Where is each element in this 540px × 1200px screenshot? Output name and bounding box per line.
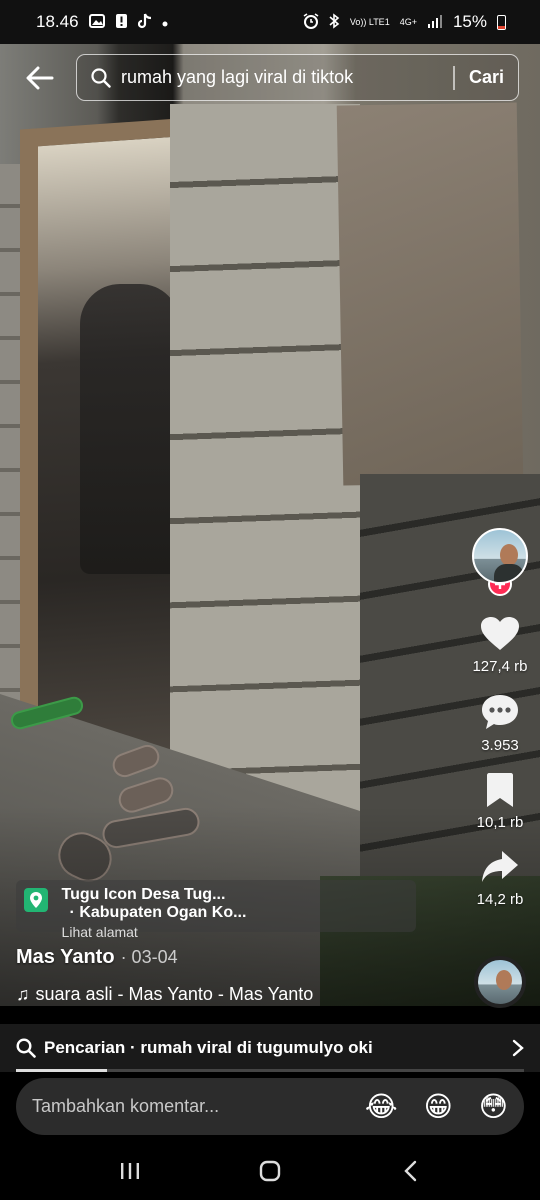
avatar-body: [494, 564, 524, 582]
tiktok-icon: [137, 13, 152, 32]
comment-area: Tambahkan komentar... 😂 😁 😳: [0, 1072, 540, 1142]
gallery-icon: [88, 13, 105, 31]
home-icon: [259, 1160, 281, 1182]
action-rail: 127,4 rb 3.953 10,1 rb 14,2 rb: [470, 528, 530, 908]
laughing-emoji-button[interactable]: 😂: [365, 1092, 398, 1121]
plywood-board: [336, 102, 524, 486]
comment-placeholder[interactable]: Tambahkan komentar...: [32, 1096, 339, 1117]
heart-icon: [480, 617, 519, 650]
search-icon: [16, 1038, 36, 1058]
location-title-row: Tugu Icon Desa Tug... · Kabupaten Ogan K…: [62, 886, 408, 922]
share-count: 14,2 rb: [476, 891, 524, 908]
person-in-doorway: [80, 284, 180, 574]
music-note-icon: ♫: [16, 984, 30, 1004]
music-title: suara asli - Mas Yanto - Mas Yanto: [35, 984, 314, 1004]
post-date: · 03-04: [120, 947, 178, 967]
status-bar: 18.46 Vo)) LTE1 4G+ 15%: [0, 0, 540, 44]
battery-icon: [497, 14, 506, 30]
bookmark-icon: [486, 773, 513, 807]
author-name[interactable]: Mas Yanto: [16, 946, 115, 969]
disc-face: [496, 970, 512, 990]
search-field[interactable]: rumah yang lagi viral di tiktok Cari: [76, 54, 519, 101]
comment-count: 3.953: [481, 737, 519, 754]
share-button[interactable]: 14,2 rb: [476, 849, 524, 908]
dot-icon: [162, 15, 168, 30]
status-right: Vo)) LTE1 4G+ 15%: [303, 12, 506, 32]
alert-icon: [115, 13, 128, 32]
related-search-bar[interactable]: Pencarian · rumah viral di tugumulyo oki: [0, 1024, 540, 1072]
chevron-right-icon: [512, 1039, 524, 1057]
search-button[interactable]: Cari: [469, 67, 504, 88]
flushed-emoji-button[interactable]: 😳: [479, 1092, 508, 1121]
signal-icon: [427, 14, 443, 31]
location-region: · Kabupaten Ogan Ko...: [69, 904, 247, 921]
search-icon: [91, 67, 111, 88]
creator-avatar[interactable]: [472, 528, 528, 584]
volte-icon: Vo)) LTE1: [349, 16, 390, 27]
recent-apps-icon: [121, 1163, 139, 1179]
battery-percent: 15%: [452, 12, 487, 31]
recent-apps-button[interactable]: [110, 1151, 150, 1191]
top-bar: rumah yang lagi viral di tiktok Cari: [0, 50, 540, 106]
like-button[interactable]: 127,4 rb: [472, 616, 528, 675]
share-icon: [481, 851, 518, 882]
back-button[interactable]: [22, 60, 58, 96]
like-count: 127,4 rb: [472, 658, 528, 675]
location-sub-label: Lihat alamat: [61, 924, 138, 940]
comment-button[interactable]: 3.953: [480, 693, 520, 754]
related-search-text: Pencarian · rumah viral di tugumulyo oki: [44, 1038, 373, 1057]
music-row[interactable]: ♫ suara asli - Mas Yanto - Mas Yanto: [16, 984, 313, 1005]
status-left: 18.46: [36, 12, 168, 32]
music-disc[interactable]: [474, 956, 526, 1008]
bluetooth-icon: [329, 12, 340, 32]
comment-icon: [482, 695, 518, 729]
grinning-emoji-button[interactable]: 😁: [424, 1092, 453, 1121]
comment-input[interactable]: Tambahkan komentar... 😂 😁 😳: [16, 1078, 524, 1135]
video-player[interactable]: [0, 44, 540, 1006]
author-row: Mas Yanto · 03-04: [16, 946, 178, 969]
location-pin-icon: [24, 888, 48, 912]
location-chip[interactable]: Tugu Icon Desa Tug... · Kabupaten Ogan K…: [16, 880, 416, 940]
back-arrow-icon: [26, 66, 54, 90]
avatar-face: [500, 544, 518, 566]
search-divider: [453, 65, 455, 90]
chevron-left-icon: [404, 1160, 417, 1182]
home-button[interactable]: [250, 1151, 290, 1191]
search-query[interactable]: rumah yang lagi viral di tiktok: [121, 67, 439, 88]
location-text: Tugu Icon Desa Tug... · Kabupaten Ogan K…: [62, 886, 408, 940]
alarm-icon: [303, 12, 319, 32]
system-nav-bar: [0, 1142, 540, 1200]
bookmark-button[interactable]: 10,1 rb: [476, 772, 524, 831]
location-name: Tugu Icon Desa Tug...: [61, 886, 226, 903]
bookmark-count: 10,1 rb: [476, 814, 524, 831]
4g-icon: 4G+: [399, 16, 417, 27]
status-time: 18.46: [36, 12, 79, 31]
back-nav-button[interactable]: [390, 1151, 430, 1191]
